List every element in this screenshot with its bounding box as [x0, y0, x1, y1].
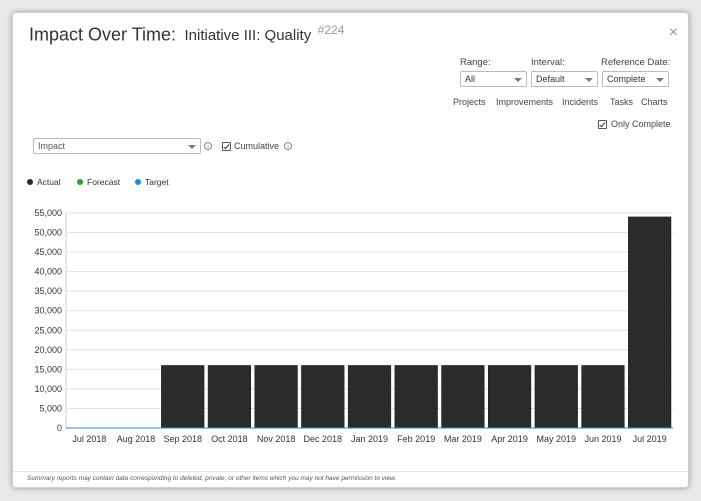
interval-label: Interval: [531, 57, 565, 68]
y-tick-label: 45,000 [34, 247, 62, 257]
range-select[interactable]: All [460, 71, 527, 87]
x-tick-label: Nov 2018 [257, 434, 296, 444]
bar-jul-2019 [628, 216, 672, 429]
y-tick-label: 30,000 [34, 306, 62, 316]
legend-forecast-dot [77, 179, 83, 185]
interval-select[interactable]: Default [531, 71, 598, 87]
x-tick-label: Jul 2019 [633, 434, 667, 444]
legend-actual[interactable]: Actual [37, 177, 61, 187]
x-tick-label: Apr 2019 [491, 434, 528, 444]
y-tick-label: 50,000 [34, 228, 62, 238]
x-tick-label: Jul 2018 [72, 434, 106, 444]
modal-title: Impact Over Time: Initiative III: Qualit… [29, 23, 344, 45]
chevron-down-icon [656, 78, 664, 82]
range-label: Range: [460, 57, 491, 68]
bar-nov-2018 [254, 365, 298, 429]
interval-value: Default [536, 74, 565, 84]
legend-actual-dot [27, 179, 33, 185]
reference-date-value: Complete [607, 74, 646, 84]
legend-target[interactable]: Target [145, 177, 169, 187]
info-icon[interactable]: i [204, 142, 212, 150]
bar-may-2019 [534, 365, 578, 429]
metric-value: Impact [38, 141, 66, 151]
impact-bar-chart: 0 5,000 10,000 15,000 20,000 25,000 30,000 35,0… [34, 208, 673, 444]
x-tick-label: Jan 2019 [351, 434, 388, 444]
legend-forecast[interactable]: Forecast [87, 177, 120, 187]
cumulative-checkbox[interactable] [222, 142, 231, 151]
link-tasks[interactable]: Tasks [610, 97, 633, 107]
link-charts[interactable]: Charts [641, 97, 668, 107]
metric-select[interactable]: Impact [33, 138, 201, 154]
y-tick-label: 40,000 [34, 267, 62, 277]
x-tick-label: Oct 2018 [211, 434, 248, 444]
initiative-name: Initiative III: Quality [184, 27, 312, 45]
legend-target-dot [135, 179, 141, 185]
chevron-down-icon [188, 145, 196, 149]
x-tick-label: Dec 2018 [304, 434, 343, 444]
bar-jan-2019 [347, 365, 392, 429]
chevron-down-icon [514, 78, 522, 82]
range-value: All [465, 74, 476, 84]
x-tick-label: Sep 2018 [163, 434, 202, 444]
x-tick-label: Jun 2019 [584, 434, 621, 444]
title-text: Impact Over Time: [29, 24, 177, 45]
x-tick-label: Aug 2018 [117, 434, 156, 444]
bar-feb-2019 [394, 365, 438, 429]
bar-mar-2019 [441, 365, 485, 429]
only-complete-checkbox[interactable] [598, 120, 607, 129]
link-incidents[interactable]: Incidents [562, 97, 598, 107]
y-tick-label: 5,000 [39, 403, 62, 413]
x-tick-label: May 2019 [537, 434, 577, 444]
cumulative-label: Cumulative [234, 141, 280, 151]
only-complete-label: Only Complete [611, 119, 671, 129]
bar-jun-2019 [581, 365, 625, 429]
y-tick-label: 10,000 [34, 384, 62, 394]
x-tick-label: Feb 2019 [397, 434, 435, 444]
bar-oct-2018 [207, 365, 252, 429]
link-projects[interactable]: Projects [453, 97, 486, 107]
y-tick-label: 35,000 [34, 286, 62, 296]
y-tick-label: 15,000 [34, 364, 62, 374]
y-tick-label: 0 [57, 423, 62, 433]
reference-date-select[interactable]: Complete [602, 71, 669, 87]
info-icon[interactable]: i [284, 142, 292, 150]
bar-sep-2018 [161, 365, 205, 429]
initiative-number: #224 [317, 23, 345, 37]
link-improvements[interactable]: Improvements [496, 97, 553, 107]
bar-apr-2019 [487, 365, 532, 429]
x-tick-label: Mar 2019 [444, 434, 482, 444]
footer-divider [13, 471, 688, 472]
y-tick-label: 20,000 [34, 345, 62, 355]
y-tick-label: 25,000 [34, 325, 62, 335]
close-icon[interactable]: × [669, 25, 678, 41]
reference-date-label: Reference Date: [601, 57, 671, 68]
chevron-down-icon [585, 78, 593, 82]
y-tick-label: 55,000 [34, 208, 62, 218]
bar-dec-2018 [301, 365, 345, 429]
impact-over-time-modal: Impact Over Time: Initiative III: Qualit… [12, 12, 689, 488]
footer-note: Summary reports may contain data corresp… [27, 475, 397, 482]
